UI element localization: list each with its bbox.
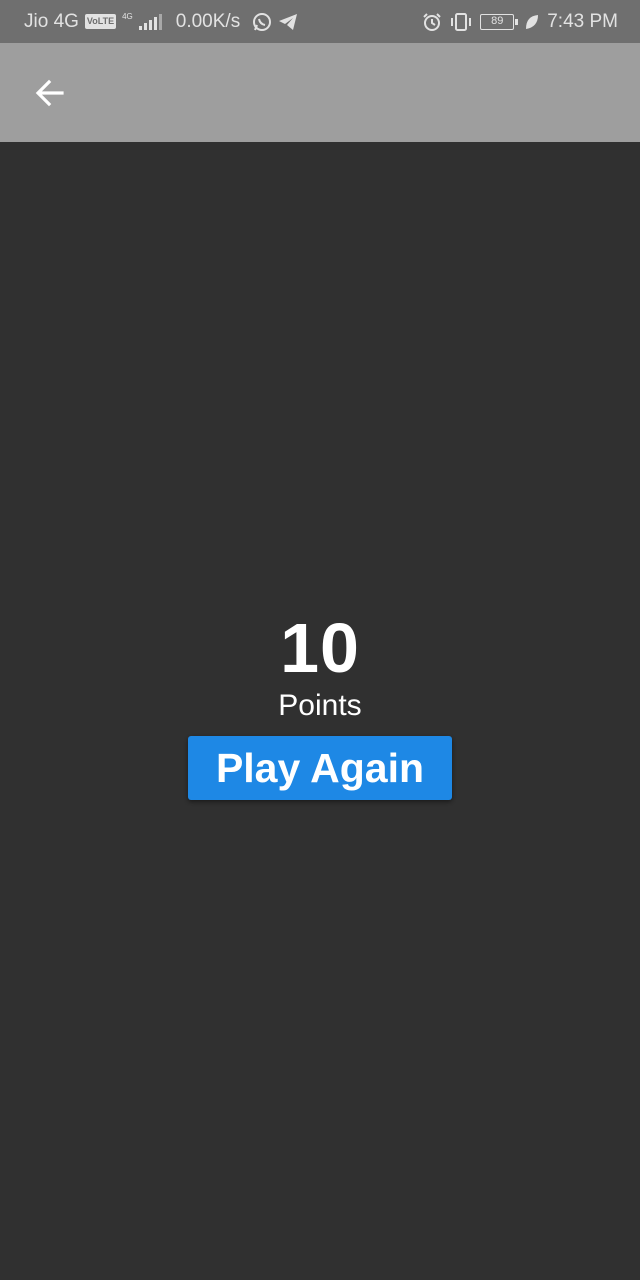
carrier-label: Jio 4G [24, 10, 79, 32]
vibrate-icon [449, 12, 473, 32]
points-label: Points [278, 689, 362, 722]
status-bar: Jio 4G VoLTE 4G 0.00K/s 89 7:43 PM [0, 0, 640, 43]
status-bar-left: Jio 4G VoLTE 4G 0.00K/s [24, 11, 298, 33]
telegram-icon [278, 12, 298, 32]
status-bar-right: 89 7:43 PM [422, 11, 618, 33]
network-type-label: 4G [122, 11, 133, 21]
clock-label: 7:43 PM [547, 10, 618, 32]
app-bar [0, 43, 640, 142]
data-speed-label: 0.00K/s [175, 10, 241, 32]
alarm-icon [422, 12, 442, 32]
battery-saver-leaf-icon [524, 13, 540, 31]
volte-badge: VoLTE [84, 14, 117, 29]
result-panel: 10 Points Play Again [0, 600, 640, 800]
battery-icon: 89 [480, 13, 519, 30]
play-again-button[interactable]: Play Again [188, 736, 452, 800]
back-button[interactable] [22, 68, 78, 118]
whatsapp-icon [252, 12, 272, 32]
score-value: 10 [280, 609, 360, 687]
arrow-left-icon [34, 77, 66, 109]
signal-strength-icon [138, 13, 162, 30]
